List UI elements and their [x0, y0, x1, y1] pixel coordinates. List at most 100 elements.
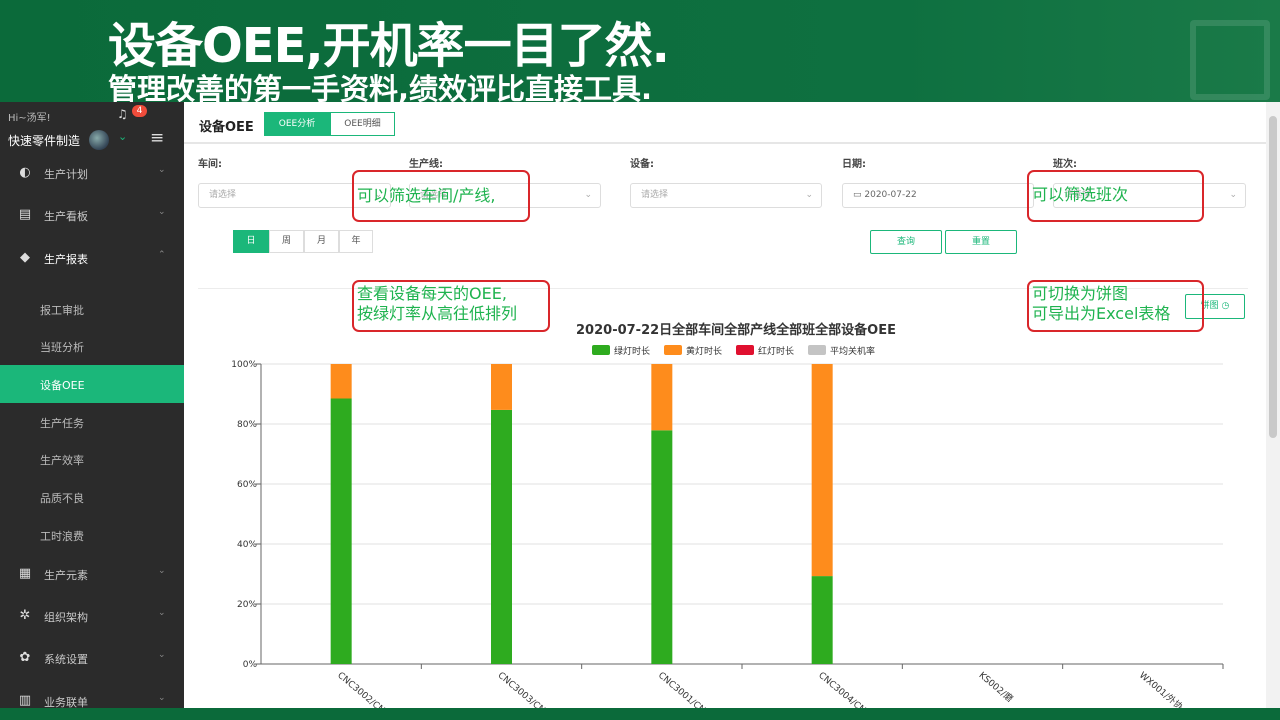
callout-filter-line: 可以筛选车间/产线,	[352, 170, 530, 222]
chevron-down-icon: ⌄	[158, 165, 166, 175]
legend-swatch	[736, 345, 754, 355]
sidebar: Hi~汤军! ♫ 4 快速零件制造 ⌄ ≡ ◐ 生产计划 ⌄ ▤ 生产看板 ⌄ …	[0, 102, 184, 709]
subitem-label: 报工审批	[40, 304, 84, 317]
subitem-label: 设备OEE	[40, 379, 85, 392]
bar-segment	[491, 409, 512, 664]
x-tick-label: KS002/磨	[977, 670, 1015, 705]
callout-text: 按绿灯率从高往低排列	[357, 304, 518, 323]
divider	[184, 142, 1266, 144]
sidebar-item-elements[interactable]: ▦ 生产元素 ⌄	[0, 555, 184, 593]
y-tick-label: 80%	[237, 420, 257, 430]
y-tick-label: 20%	[237, 600, 257, 610]
bar-segment	[651, 430, 673, 664]
line-label: 生产线:	[409, 159, 443, 170]
chevron-down-icon: ⌄	[1229, 190, 1237, 200]
device-label: 设备:	[630, 159, 654, 170]
sidebar-item-label: 生产报表	[44, 253, 88, 266]
oee-chart: 2020-07-22日全部车间全部产线全部班全部设备OEE 绿灯时长 黄灯时长 红灯时…	[231, 322, 1224, 708]
notification-badge: 4	[132, 105, 147, 117]
period-month[interactable]: 月	[304, 230, 339, 253]
chevron-down-icon[interactable]: ⌄	[118, 130, 127, 143]
legend-swatch	[592, 345, 610, 355]
chevron-down-icon: ⌄	[158, 693, 166, 703]
y-tick-label: 40%	[237, 540, 257, 550]
sidebar-item-settings[interactable]: ✿ 系统设置 ⌄	[0, 639, 184, 677]
workshop-label: 车间:	[198, 159, 222, 170]
bar-segment	[811, 364, 833, 577]
placeholder: 请选择	[209, 190, 237, 200]
sidebar-subitem-shift-analysis[interactable]: 当班分析	[0, 327, 184, 365]
chevron-down-icon: ⌄	[158, 608, 166, 618]
sidebar-subitem-approval[interactable]: 报工审批	[0, 290, 184, 328]
tab-oee-detail[interactable]: OEE明细	[330, 112, 395, 136]
legend-swatch	[808, 345, 826, 355]
sidebar-item-report[interactable]: ◆ 生产报表 ⌃	[0, 239, 184, 277]
settings-icon: ✿	[19, 650, 31, 665]
sidebar-subitem-efficiency[interactable]: 生产效率	[0, 440, 184, 478]
placeholder: 请选择	[641, 190, 669, 200]
y-tick-label: 60%	[237, 480, 257, 490]
sidebar-item-label: 系统设置	[44, 653, 88, 666]
bar-segment	[330, 398, 352, 664]
legend-swatch	[664, 345, 682, 355]
callout-filter-shift: 可以筛选班次	[1027, 170, 1204, 222]
sidebar-item-label: 生产计划	[44, 168, 88, 181]
sidebar-subitem-defects[interactable]: 品质不良	[0, 478, 184, 516]
x-tick-label: CNC3004/CNC	[816, 671, 872, 708]
sidebar-subitem-task[interactable]: 生产任务	[0, 403, 184, 441]
bar-segment	[811, 576, 833, 664]
callout-text: 可切换为饼图	[1032, 284, 1129, 303]
order-icon: ▥	[18, 693, 32, 708]
sidebar-subitem-oee[interactable]: 设备OEE	[0, 365, 184, 403]
subitem-label: 工时浪费	[40, 530, 84, 543]
bell-icon[interactable]: ♫	[117, 107, 128, 121]
reset-button[interactable]: 重置	[945, 230, 1017, 254]
period-week[interactable]: 周	[269, 230, 304, 253]
avatar[interactable]	[89, 130, 109, 150]
sidebar-item-label: 生产看板	[44, 210, 88, 223]
tab-oee-analysis[interactable]: OEE分析	[264, 112, 330, 136]
x-tick-label: CNC3001/CNC	[656, 671, 712, 708]
x-tick-label: CNC3002/CNC	[335, 671, 391, 708]
sidebar-item-plan[interactable]: ◐ 生产计划 ⌄	[0, 154, 184, 192]
y-tick-label: 0%	[243, 660, 258, 670]
scrollbar[interactable]	[1266, 102, 1280, 708]
subitem-label: 当班分析	[40, 341, 84, 354]
banner: 设备OEE,开机率一目了然. 管理改善的第一手资料,绩效评比直接工具.	[0, 0, 1280, 106]
subitem-label: 品质不良	[40, 492, 84, 505]
sidebar-item-label: 生产元素	[44, 569, 88, 582]
chevron-down-icon: ⌄	[158, 650, 166, 660]
banner-decoration	[1190, 20, 1270, 100]
period-year[interactable]: 年	[339, 230, 373, 253]
subitem-label: 生产效率	[40, 454, 84, 467]
chevron-down-icon: ⌄	[158, 207, 166, 217]
callout-text: 查看设备每天的OEE,	[357, 284, 507, 303]
org-icon: ✲	[19, 608, 31, 623]
bar-segment	[491, 364, 512, 410]
legend-label: 红灯时长	[758, 345, 794, 357]
period-day[interactable]: 日	[233, 230, 269, 253]
legend-label: 黄灯时长	[686, 345, 722, 357]
date-label: 日期:	[842, 159, 866, 170]
query-button[interactable]: 查询	[870, 230, 942, 254]
shift-label: 班次:	[1053, 159, 1077, 170]
company-name[interactable]: 快速零件制造	[8, 132, 80, 149]
collapse-menu-icon[interactable]: ≡	[150, 128, 164, 148]
date-picker[interactable]: ▭ 2020-07-22	[842, 183, 1034, 208]
calendar-icon: ▭	[853, 190, 865, 200]
device-select[interactable]: 请选择 ⌄	[630, 183, 822, 208]
callout-text: 可导出为Excel表格	[1032, 304, 1171, 323]
scrollbar-thumb[interactable]	[1269, 116, 1277, 438]
element-icon: ▦	[18, 566, 32, 581]
sidebar-item-board[interactable]: ▤ 生产看板 ⌄	[0, 196, 184, 234]
sidebar-item-org[interactable]: ✲ 组织架构 ⌄	[0, 597, 184, 635]
subitem-label: 生产任务	[40, 417, 84, 430]
callout-text: 可以筛选班次	[1032, 185, 1129, 204]
chart-title: 2020-07-22日全部车间全部产线全部班全部设备OEE	[576, 322, 896, 338]
legend-label: 平均关机率	[830, 345, 875, 357]
bar-segment	[651, 364, 673, 431]
chevron-up-icon: ⌃	[158, 250, 166, 260]
user-greeting: Hi~汤军!	[8, 113, 51, 124]
sidebar-subitem-waste[interactable]: 工时浪费	[0, 516, 184, 554]
page-title: 设备OEE	[199, 120, 254, 135]
